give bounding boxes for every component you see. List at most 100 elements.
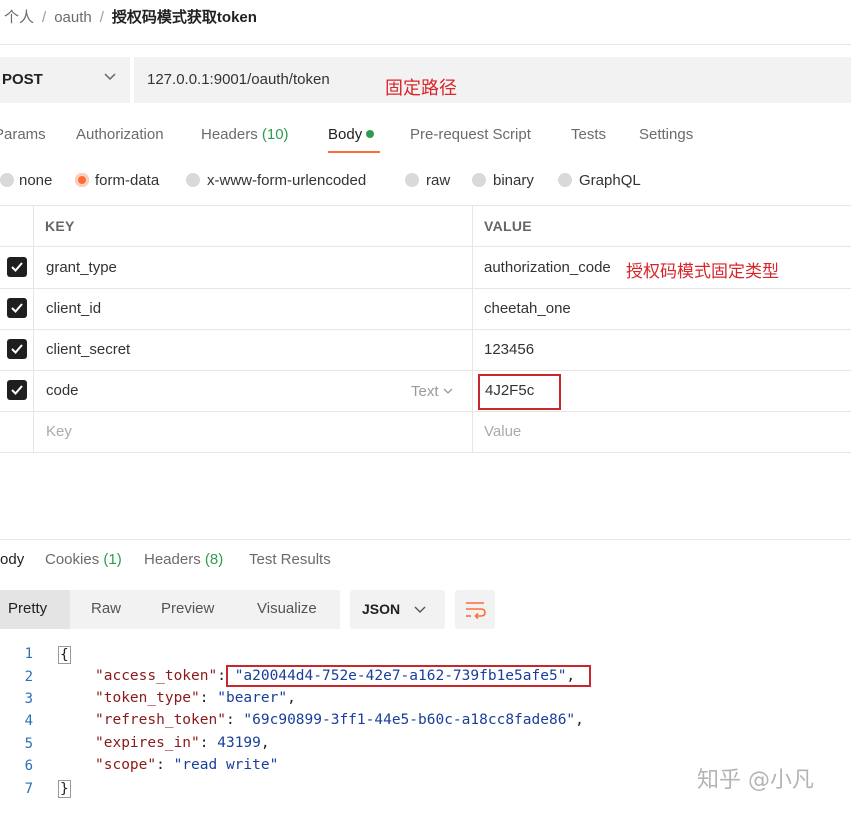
- line-number: 4: [13, 713, 33, 729]
- table-border: [0, 329, 851, 330]
- radio-binary-label: binary: [493, 172, 534, 189]
- breadcrumb: 个人 / oauth / 授权码模式获取token: [4, 6, 257, 27]
- wrap-lines-icon: [455, 590, 495, 629]
- chevron-down-icon: [443, 383, 453, 400]
- breadcrumb-collection[interactable]: oauth: [54, 9, 92, 26]
- chevron-down-icon: [414, 598, 426, 623]
- line-number: 7: [13, 781, 33, 797]
- table-border: [0, 411, 851, 412]
- response-tab-headers-label: Headers: [144, 551, 201, 568]
- tab-authorization[interactable]: Authorization: [76, 126, 164, 143]
- watermark: 知乎 @小凡: [697, 762, 814, 794]
- json-key: "refresh_token": [95, 712, 226, 728]
- tab-params[interactable]: Params: [0, 126, 46, 143]
- param-key[interactable]: client_secret: [46, 341, 130, 358]
- radio-raw[interactable]: [405, 173, 419, 187]
- json-key: "expires_in": [95, 735, 200, 751]
- radio-urlencoded[interactable]: [186, 173, 200, 187]
- param-key[interactable]: client_id: [46, 300, 101, 317]
- view-mode-pretty[interactable]: Pretty: [8, 600, 47, 617]
- line-number: 5: [13, 736, 33, 752]
- tab-settings[interactable]: Settings: [639, 126, 693, 143]
- active-dot-icon: [366, 130, 374, 138]
- tab-headers[interactable]: Headers (10): [201, 126, 289, 143]
- table-border: [472, 205, 473, 452]
- json-key: "token_type": [95, 690, 200, 706]
- json-value: "bearer": [217, 690, 287, 706]
- tab-headers-count: (10): [262, 126, 289, 143]
- radio-graphql[interactable]: [558, 173, 572, 187]
- line-number: 6: [13, 758, 33, 774]
- radio-binary[interactable]: [472, 173, 486, 187]
- method-label: POST: [2, 71, 43, 88]
- highlight-box: [226, 665, 591, 687]
- tab-body[interactable]: Body: [328, 126, 374, 143]
- breadcrumb-separator: /: [42, 9, 46, 26]
- divider: [0, 539, 851, 540]
- view-mode-raw[interactable]: Raw: [91, 600, 121, 617]
- grant-type-annotation: 授权码模式固定类型: [626, 257, 779, 282]
- param-type-select[interactable]: Text: [411, 383, 453, 400]
- format-label: JSON: [362, 601, 400, 617]
- radio-form-data-label: form-data: [95, 172, 159, 189]
- json-close-brace: }: [58, 780, 71, 798]
- view-mode-visualize[interactable]: Visualize: [257, 600, 317, 617]
- response-tab-cookies-count: (1): [103, 551, 121, 568]
- radio-form-data[interactable]: [75, 173, 89, 187]
- radio-graphql-label: GraphQL: [579, 172, 641, 189]
- radio-none[interactable]: [0, 173, 14, 187]
- json-line-expires-in[interactable]: "expires_in": 43199,: [95, 735, 270, 751]
- tab-pre-request-script[interactable]: Pre-request Script: [410, 126, 531, 143]
- row-checkbox[interactable]: [7, 339, 27, 359]
- tab-tests[interactable]: Tests: [571, 126, 606, 143]
- response-tab-cookies[interactable]: Cookies (1): [45, 551, 122, 568]
- param-type-label: Text: [411, 383, 439, 400]
- wrap-lines-button[interactable]: [455, 590, 495, 629]
- response-tab-headers-count: (8): [205, 551, 223, 568]
- json-value: "69c90899-3ff1-44e5-b60c-a18cc8fade86": [243, 712, 575, 728]
- row-checkbox[interactable]: [7, 257, 27, 277]
- tab-body-underline: [328, 151, 380, 153]
- table-border: [0, 288, 851, 289]
- row-checkbox[interactable]: [7, 298, 27, 318]
- param-key[interactable]: grant_type: [46, 259, 117, 276]
- divider: [0, 44, 851, 45]
- param-value[interactable]: 123456: [484, 341, 534, 358]
- breadcrumb-separator: /: [100, 9, 104, 26]
- radio-urlencoded-label: x-www-form-urlencoded: [207, 172, 366, 189]
- value-placeholder[interactable]: Value: [484, 423, 521, 440]
- param-key[interactable]: code: [46, 382, 79, 399]
- json-line-scope[interactable]: "scope": "read write": [95, 757, 278, 773]
- table-border: [0, 246, 851, 247]
- json-line-token-type[interactable]: "token_type": "bearer",: [95, 690, 296, 706]
- url-text: 127.0.0.1:9001/oauth/token: [147, 71, 330, 88]
- json-open-brace: {: [58, 646, 71, 664]
- response-tab-test-results[interactable]: Test Results: [249, 551, 331, 568]
- json-value: 43199: [217, 735, 261, 751]
- json-key: "scope": [95, 757, 156, 773]
- param-value[interactable]: cheetah_one: [484, 300, 571, 317]
- response-tab-headers[interactable]: Headers (8): [144, 551, 223, 568]
- line-number: 1: [13, 646, 33, 662]
- json-line-refresh-token[interactable]: "refresh_token": "69c90899-3ff1-44e5-b60…: [95, 712, 584, 728]
- tab-headers-label: Headers: [201, 126, 258, 143]
- url-annotation: 固定路径: [385, 74, 457, 100]
- line-number: 2: [13, 669, 33, 685]
- table-border: [0, 370, 851, 371]
- table-border: [0, 452, 851, 453]
- param-value[interactable]: authorization_code: [484, 259, 611, 276]
- key-placeholder[interactable]: Key: [46, 423, 72, 440]
- response-tab-cookies-label: Cookies: [45, 551, 99, 568]
- key-column-header: KEY: [45, 218, 75, 234]
- view-mode-preview[interactable]: Preview: [161, 600, 214, 617]
- chevron-down-icon[interactable]: [104, 66, 116, 91]
- row-checkbox[interactable]: [7, 380, 27, 400]
- radio-raw-label: raw: [426, 172, 450, 189]
- breadcrumb-workspace[interactable]: 个人: [4, 9, 34, 26]
- response-tab-body[interactable]: Body: [0, 551, 24, 568]
- line-number: 3: [13, 691, 33, 707]
- json-value: "read write": [174, 757, 279, 773]
- highlight-box: [478, 374, 561, 410]
- breadcrumb-request[interactable]: 授权码模式获取token: [112, 9, 257, 26]
- json-key: "access_token": [95, 668, 217, 684]
